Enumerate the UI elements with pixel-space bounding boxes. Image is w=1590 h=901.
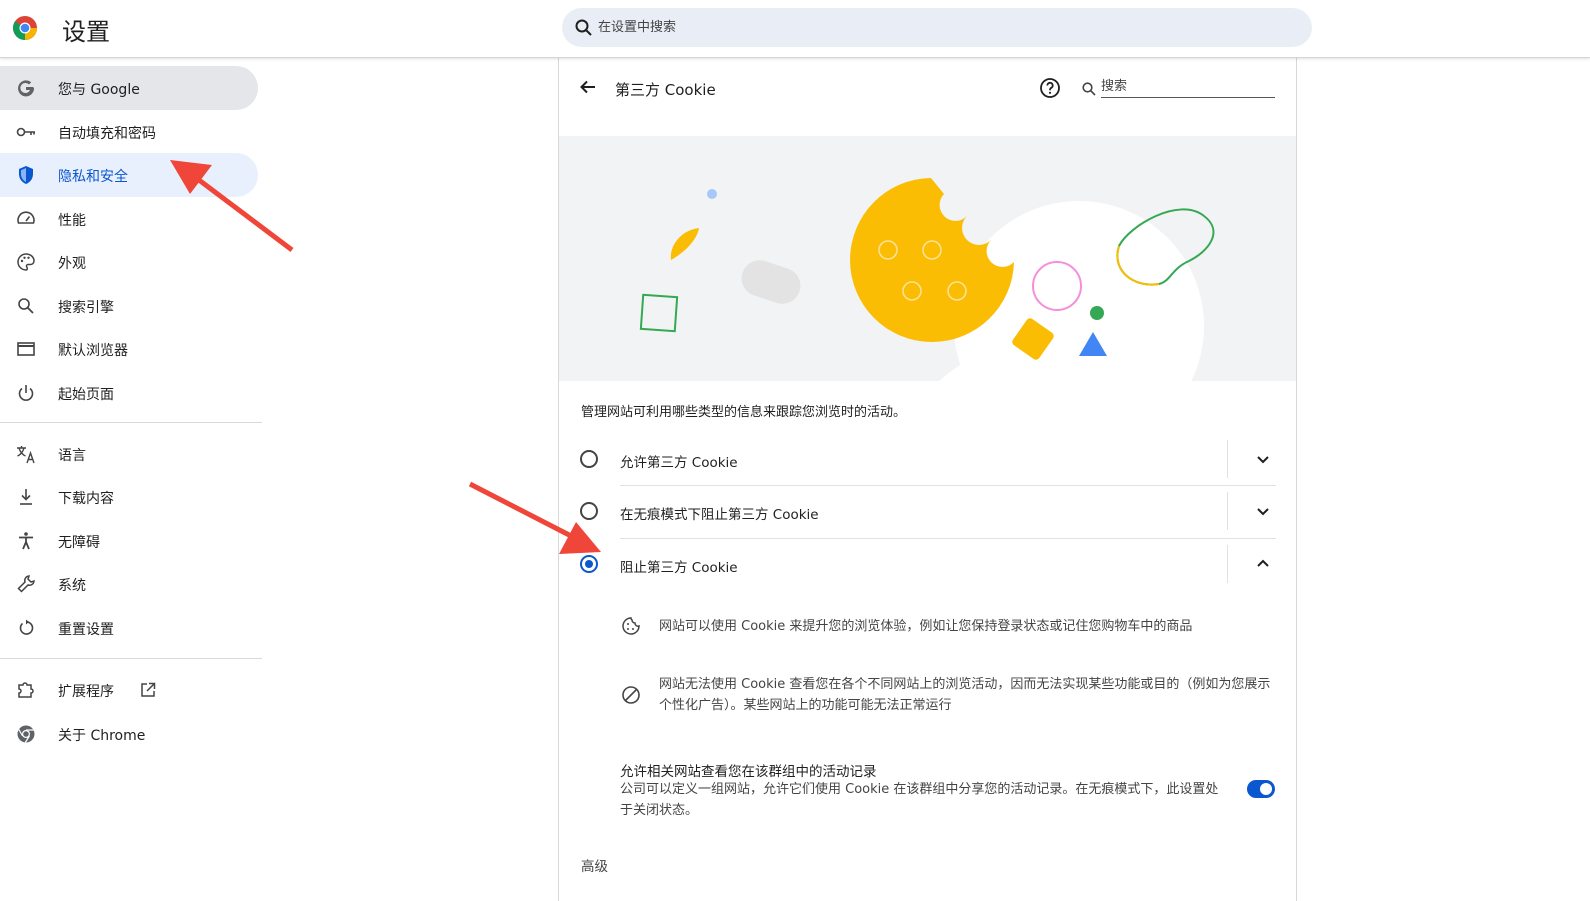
search-icon [1082, 82, 1096, 96]
sidebar-item-label: 性能 [58, 213, 86, 229]
detail-text: 网站可以使用 Cookie 来提升您的浏览体验，例如让您保持登录状态或记住您购物… [659, 619, 1193, 634]
sidebar-item-downloads[interactable]: 下载内容 [0, 475, 258, 519]
chevron-down-icon[interactable] [1254, 502, 1272, 520]
sidebar-item-label: 下载内容 [58, 491, 114, 507]
sidebar-item-label: 默认浏览器 [58, 343, 128, 359]
sidebar-item-accessibility[interactable]: 无障碍 [0, 519, 258, 563]
chrome-icon [17, 725, 35, 743]
settings-search-box[interactable] [562, 8, 1312, 47]
chevron-down-icon[interactable] [1254, 450, 1272, 468]
sidebar-item-autofill[interactable]: 自动填充和密码 [0, 110, 258, 154]
sidebar-item-label: 无障碍 [58, 535, 100, 551]
external-link-icon [141, 682, 156, 697]
related-sites-toggle[interactable] [1247, 780, 1275, 798]
sidebar-item-label: 外观 [58, 256, 86, 272]
settings-search-input[interactable] [598, 8, 1278, 47]
option-label: 阻止第三方 Cookie [620, 560, 738, 576]
sidebar-item-label: 语言 [58, 448, 86, 464]
sidebar-item-appearance[interactable]: 外观 [0, 240, 258, 284]
sidebar-item-extensions[interactable]: 扩展程序 [0, 668, 258, 712]
vertical-separator [1227, 545, 1228, 583]
cookie-illustration-art [639, 178, 1215, 381]
option-label: 允许第三方 Cookie [620, 455, 738, 471]
sidebar-item-you-and-google[interactable]: 您与 Google [0, 66, 258, 110]
radio-button[interactable] [580, 450, 598, 468]
chevron-up-icon[interactable] [1254, 555, 1272, 573]
sidebar-item-search-engine[interactable]: 搜索引擎 [0, 284, 258, 328]
key-icon [16, 127, 35, 137]
radio-button[interactable] [580, 502, 598, 520]
sidebar-item-label: 关于 Chrome [58, 728, 146, 744]
option-block-third-party[interactable]: 阻止第三方 Cookie [559, 539, 1296, 591]
related-sites-title: 允许相关网站查看您在该群组中的活动记录 [620, 764, 877, 780]
option-label: 在无痕模式下阻止第三方 Cookie [620, 507, 819, 523]
download-icon [20, 489, 32, 505]
sidebar-item-performance[interactable]: 性能 [0, 197, 258, 241]
chrome-logo [12, 16, 38, 40]
subpage-title: 第三方 Cookie [615, 81, 716, 99]
sidebar-divider [0, 422, 262, 423]
extension-icon [18, 682, 34, 698]
advanced-section-label: 高级 [581, 859, 608, 875]
app-title: 设置 [62, 18, 110, 46]
translate-icon [17, 446, 35, 464]
sidebar-item-privacy[interactable]: 隐私和安全 [0, 153, 258, 197]
palette-icon [17, 253, 35, 271]
sidebar-item-label: 搜索引擎 [58, 300, 114, 316]
search-icon [18, 298, 34, 314]
sidebar-item-system[interactable]: 系统 [0, 562, 258, 606]
power-icon [18, 385, 34, 401]
sidebar-item-startup[interactable]: 起始页面 [0, 371, 258, 415]
reset-icon [19, 619, 34, 635]
option-block-in-incognito[interactable]: 在无痕模式下阻止第三方 Cookie [559, 486, 1296, 538]
help-icon[interactable] [1039, 77, 1061, 99]
google-g-icon [18, 80, 35, 97]
sidebar-item-label: 自动填充和密码 [58, 126, 156, 142]
sidebar-item-label: 隐私和安全 [58, 169, 128, 185]
shield-icon [19, 166, 33, 184]
third-party-cookie-page: 第三方 Cookie 管理网站可利用 [558, 58, 1297, 901]
search-icon [575, 19, 592, 36]
accessibility-icon [19, 532, 33, 550]
sidebar-divider [0, 658, 262, 659]
sidebar-item-label: 起始页面 [58, 387, 114, 403]
top-bar: 设置 [0, 0, 1590, 58]
cookie-illustration [559, 136, 1296, 381]
subpage-search-input[interactable] [1101, 76, 1275, 98]
page-description: 管理网站可利用哪些类型的信息来跟踪您浏览时的活动。 [581, 405, 907, 420]
browser-window-icon [17, 342, 35, 356]
block-icon [622, 686, 640, 704]
sidebar-item-label: 您与 Google [58, 82, 140, 98]
option-allow-third-party[interactable]: 允许第三方 Cookie [559, 434, 1296, 486]
sidebar-item-about-chrome[interactable]: 关于 Chrome [0, 712, 258, 756]
back-arrow-icon[interactable] [577, 76, 599, 98]
related-sites-description: 公司可以定义一组网站，允许它们使用 Cookie 在该群组中分享您的活动记录。在… [620, 782, 1219, 818]
speedometer-icon [17, 211, 35, 224]
cookie-icon [622, 617, 640, 635]
vertical-separator [1227, 492, 1228, 530]
sidebar-item-label: 系统 [58, 578, 86, 594]
sidebar: 您与 Google 自动填充和密码 隐私和安全 性能 外观 搜索引擎 默认浏览器… [0, 58, 262, 901]
sidebar-item-languages[interactable]: 语言 [0, 432, 258, 476]
sidebar-item-reset[interactable]: 重置设置 [0, 606, 258, 650]
detail-text: 网站无法使用 Cookie 查看您在各个不同网站上的浏览活动，因而无法实现某些功… [659, 677, 1271, 713]
sidebar-item-default-browser[interactable]: 默认浏览器 [0, 327, 258, 371]
sidebar-item-label: 扩展程序 [58, 684, 114, 700]
radio-button-selected[interactable] [580, 555, 598, 573]
sidebar-item-label: 重置设置 [58, 622, 114, 638]
vertical-separator [1227, 440, 1228, 478]
wrench-icon [17, 575, 35, 593]
